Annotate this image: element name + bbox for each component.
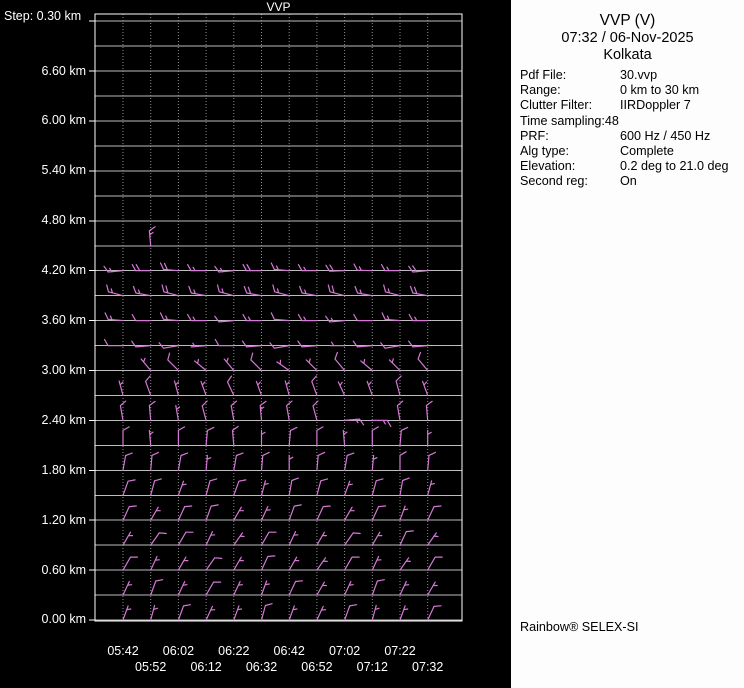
info-panel: VVP (V) 07:32 / 06-Nov-2025 Kolkata Pdf … [511, 0, 744, 688]
field-value: 30.vvp [620, 68, 658, 82]
field-value: 600 Hz / 450 Hz [620, 128, 711, 143]
field-value: 0 km to 30 km [620, 83, 700, 98]
field-row: Range: 0 km to 30 km [520, 83, 735, 98]
panel-title: VVP (V) [599, 12, 656, 29]
field-label: Range: [520, 83, 561, 98]
field-value: 0.2 deg to 21.0 deg [620, 159, 729, 174]
x-axis-label: 05:52 [135, 660, 167, 674]
x-axis-label: 06:42 [273, 644, 305, 658]
field-row: Clutter Filter: IIRDoppler 7 [520, 98, 735, 113]
x-axis-label: 06:12 [190, 660, 222, 674]
field-row: Time sampling:48 [520, 114, 735, 129]
field-row: Pdf File: 30.vvp [520, 68, 735, 83]
panel-site: Kolkata [603, 47, 652, 63]
panel-timestamp: 07:32 / 06-Nov-2025 [561, 30, 694, 46]
field-label: PRF: [520, 128, 549, 143]
scan-parameters: Pdf File: 30.vvp Range: 0 km to 30 km Clut… [520, 68, 735, 190]
x-axis-label: 07:22 [384, 644, 416, 658]
wind-profile-chart: VVP Step: 0.30 km 6.60 km 6.00 km 5.40 k… [0, 0, 511, 688]
x-axis-label: 06:22 [218, 644, 250, 658]
field-label: Second reg: [520, 174, 588, 189]
field-row: Elevation: 0.2 deg to 21.0 deg [520, 159, 735, 174]
field-row: Alg type: Complete [520, 144, 735, 159]
x-axis-label: 06:52 [301, 660, 333, 674]
field-label: Time sampling:48 [520, 113, 619, 128]
brand-label: Rainbow® SELEX-SI [520, 620, 639, 634]
field-value: Complete [620, 143, 674, 158]
x-axis-label: 06:32 [245, 660, 278, 674]
x-axis-label: 07:02 [328, 644, 361, 658]
field-value: On [620, 174, 637, 189]
x-axis-label: 06:02 [162, 644, 195, 658]
wind-barb-plot [89, 13, 463, 622]
field-label: Alg type: [520, 143, 570, 158]
field-label: Clutter Filter: [520, 98, 593, 113]
field-label: Pdf File: [520, 68, 567, 82]
field-value: IIRDoppler 7 [620, 98, 691, 113]
x-axis-label: 07:32 [412, 660, 444, 674]
field-row: PRF: 600 Hz / 450 Hz [520, 129, 735, 144]
field-label: Elevation: [520, 159, 576, 174]
x-axis-label: 07:12 [356, 660, 388, 674]
x-axis-label: 05:42 [107, 644, 139, 658]
field-row: Second reg: On [520, 174, 735, 189]
vvp-window: { "chart_data": { "type": "scatter", "su… [0, 0, 744, 688]
